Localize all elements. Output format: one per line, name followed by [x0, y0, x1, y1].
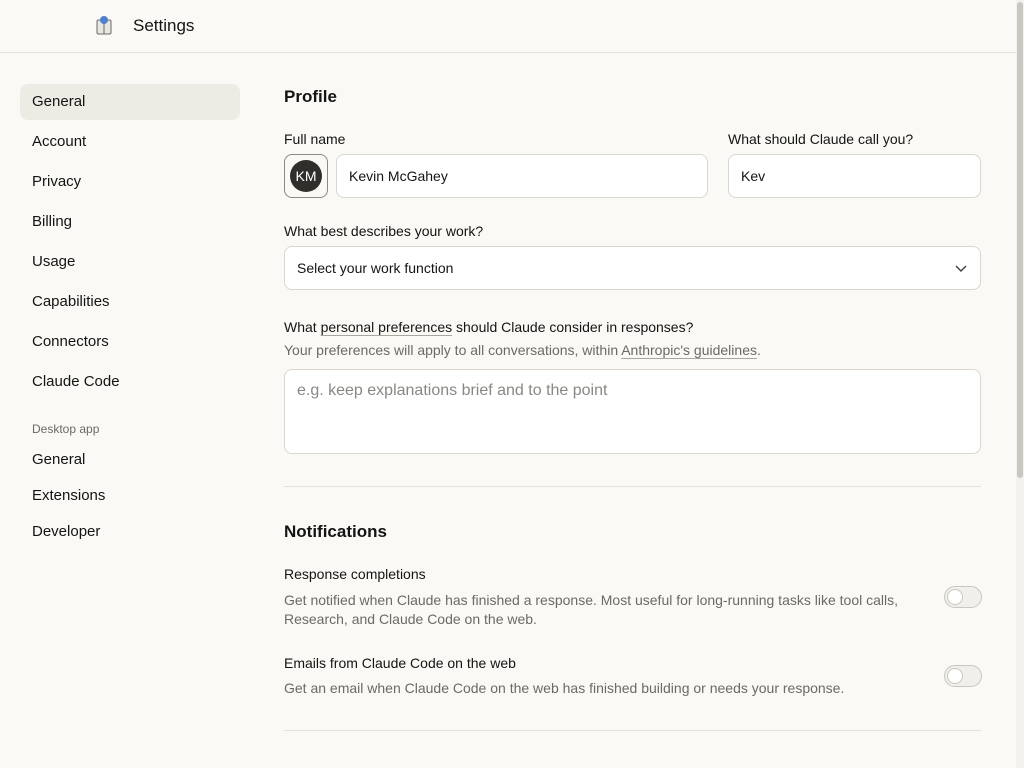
notifications-heading: Notifications: [284, 522, 387, 541]
response-completions-title: Response completions: [284, 566, 426, 582]
avatar: KM: [290, 160, 322, 192]
full-name-label: Full name: [284, 131, 346, 147]
sidebar-item-capabilities[interactable]: Capabilities: [20, 284, 240, 320]
toggle-knob: [947, 589, 963, 605]
sidebar-item-extensions[interactable]: Extensions: [20, 480, 240, 512]
sidebar-item-desktop-general[interactable]: General: [20, 444, 240, 476]
sidebar-item-connectors[interactable]: Connectors: [20, 324, 240, 360]
scrollbar-thumb[interactable]: [1017, 2, 1023, 478]
preferences-sublabel: Your preferences will apply to all conve…: [284, 342, 761, 358]
app-icon: [96, 16, 112, 35]
work-function-select[interactable]: Select your work function: [284, 246, 981, 290]
anthropic-guidelines-link[interactable]: Anthropic's guidelines: [621, 342, 757, 358]
response-completions-toggle[interactable]: [944, 586, 982, 608]
sidebar-item-usage[interactable]: Usage: [20, 244, 240, 280]
work-label: What best describes your work?: [284, 223, 484, 239]
sidebar-item-developer[interactable]: Developer: [20, 516, 240, 548]
sidebar-item-billing[interactable]: Billing: [20, 204, 240, 240]
call-you-label: What should Claude call you?: [728, 131, 914, 147]
response-completions-description: Get notified when Claude has finished a …: [284, 592, 899, 627]
emails-claude-code-title: Emails from Claude Code on the web: [284, 655, 516, 671]
personal-preferences-link[interactable]: personal preferences: [321, 319, 453, 335]
preferences-textarea[interactable]: [284, 369, 981, 454]
section-divider: [284, 486, 981, 487]
chevron-down-icon: [955, 265, 967, 272]
page-title: Settings: [133, 16, 195, 35]
preferences-label: What personal preferences should Claude …: [284, 319, 694, 335]
sidebar-item-privacy[interactable]: Privacy: [20, 164, 240, 200]
call-you-input[interactable]: [728, 154, 981, 198]
sidebar-item-general[interactable]: General: [20, 84, 240, 120]
emails-claude-code-toggle[interactable]: [944, 665, 982, 687]
avatar-button[interactable]: KM: [284, 154, 328, 198]
section-divider: [284, 730, 981, 731]
profile-heading: Profile: [284, 87, 337, 106]
scrollbar[interactable]: [1016, 0, 1024, 768]
toggle-knob: [947, 668, 963, 684]
full-name-input[interactable]: [336, 154, 708, 198]
sidebar-section-desktop-app: Desktop app: [32, 422, 100, 436]
sidebar: General Account Privacy Billing Usage Ca…: [20, 84, 240, 552]
top-bar: Settings: [0, 0, 1016, 53]
emails-claude-code-description: Get an email when Claude Code on the web…: [284, 680, 845, 696]
work-function-value: Select your work function: [297, 260, 454, 276]
sidebar-item-account[interactable]: Account: [20, 124, 240, 160]
sidebar-item-claude-code[interactable]: Claude Code: [20, 364, 240, 400]
